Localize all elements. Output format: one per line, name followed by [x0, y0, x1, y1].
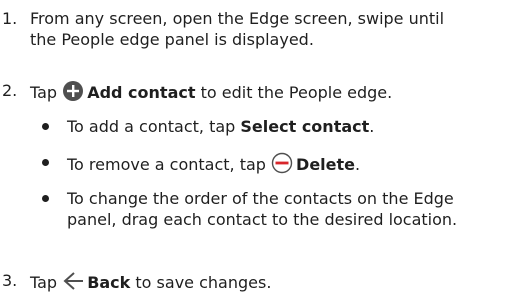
bullet-2-bold: Delete: [296, 155, 356, 174]
bullet-2-post: .: [355, 155, 361, 174]
bullet-dot: [42, 159, 49, 166]
bullet-3-line2: panel, drag each contact to the desired …: [67, 210, 458, 229]
bullet-3-text: To change the order of the contacts on t…: [67, 188, 520, 230]
step-1-text-line2: the People edge panel is displayed.: [30, 30, 314, 49]
back-arrow-icon: [62, 270, 84, 297]
instruction-page: 1. From any screen, open the Edge screen…: [0, 0, 520, 304]
step-3-bold: Back: [87, 273, 131, 292]
step-3-number: 3.: [2, 271, 18, 290]
bullet-dot: [42, 195, 49, 202]
bullet-1-pre: To add a contact, tap: [67, 117, 236, 136]
bullet-1-text: To add a contact, tap Select contact.: [67, 116, 520, 137]
step-2-number: 2.: [2, 81, 18, 100]
step-1-number: 1.: [2, 9, 18, 28]
bullet-1-post: .: [369, 117, 375, 136]
step-3-text: Tap Back to save changes.: [30, 270, 520, 297]
bullet-dot: [42, 123, 49, 130]
step-3-pre: Tap: [30, 273, 58, 292]
plus-circle-icon: [62, 80, 84, 107]
step-2-pre: Tap: [30, 83, 58, 102]
step-2-text: Tap Add contact to edit the People edge.: [30, 80, 520, 107]
bullet-3-line1: To change the order of the contacts on t…: [67, 189, 454, 208]
step-2-post: to edit the People edge.: [200, 83, 393, 102]
bullet-2-text: To remove a contact, tap Delete.: [67, 152, 520, 179]
bullet-2-pre: To remove a contact, tap: [67, 155, 266, 174]
bullet-1-bold: Select contact: [240, 117, 370, 136]
step-1-text-line1: From any screen, open the Edge screen, s…: [30, 9, 445, 28]
step-3-post: to save changes.: [135, 273, 272, 292]
step-2-bold: Add contact: [87, 83, 196, 102]
step-1-text: From any screen, open the Edge screen, s…: [30, 8, 520, 50]
minus-circle-icon: [271, 152, 293, 179]
